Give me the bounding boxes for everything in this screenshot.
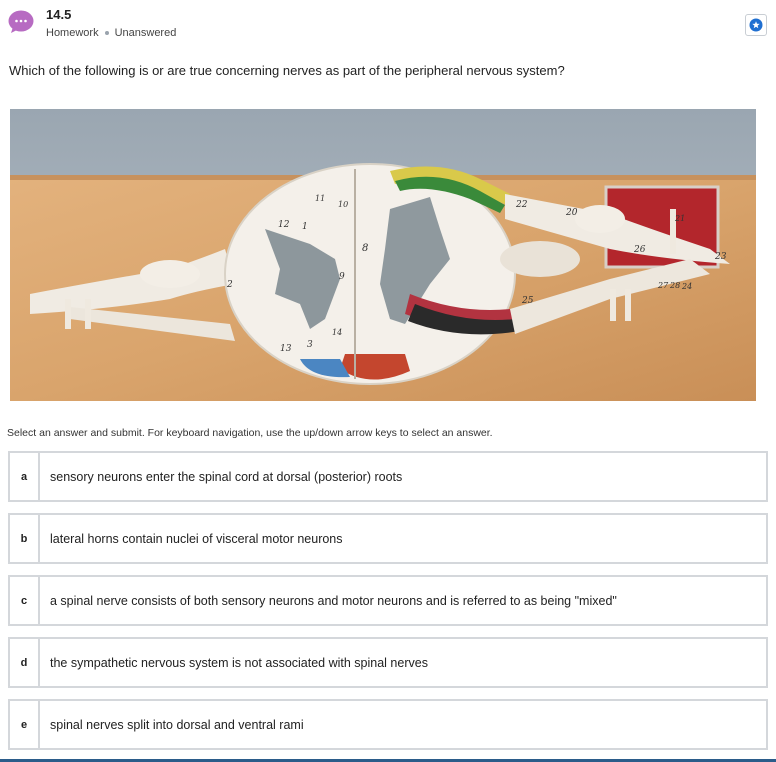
svg-text:22: 22 (515, 200, 528, 210)
question-number: 14.5 (46, 7, 72, 22)
option-letter: a (10, 453, 40, 500)
svg-text:28: 28 (669, 281, 680, 290)
svg-text:25: 25 (521, 296, 534, 306)
chat-bubble-icon (8, 10, 34, 34)
svg-text:10: 10 (338, 200, 348, 209)
option-text: lateral horns contain nuclei of visceral… (50, 531, 343, 546)
spinal-cord-model-image: 12 1 2 3 8 9 10 11 13 14 20 21 22 23 24 … (10, 109, 756, 401)
svg-text:24: 24 (681, 282, 692, 291)
answer-option-d[interactable]: d the sympathetic nervous system is not … (8, 637, 768, 688)
answer-option-e[interactable]: e spinal nerves split into dorsal and ve… (8, 699, 768, 750)
question-status: Unanswered (114, 27, 177, 39)
svg-text:3: 3 (307, 340, 313, 350)
svg-text:26: 26 (633, 245, 646, 255)
question-header: 14.5 Homework Unanswered (0, 0, 776, 50)
svg-text:12: 12 (278, 220, 290, 230)
option-text: spinal nerves split into dorsal and vent… (50, 717, 304, 732)
svg-text:1: 1 (302, 222, 308, 232)
option-text: sensory neurons enter the spinal cord at… (50, 469, 403, 484)
bookmark-button[interactable] (745, 14, 767, 36)
option-text: a spinal nerve consists of both sensory … (50, 593, 617, 608)
svg-text:14: 14 (332, 328, 342, 337)
answer-option-b[interactable]: b lateral horns contain nuclei of viscer… (8, 513, 768, 564)
question-meta: Homework Unanswered (46, 27, 176, 39)
option-letter: c (10, 577, 40, 624)
svg-text:11: 11 (315, 194, 325, 203)
option-letter: b (10, 515, 40, 562)
option-letter: d (10, 639, 40, 686)
svg-text:9: 9 (339, 272, 345, 282)
answer-instructions: Select an answer and submit. For keyboar… (7, 427, 493, 439)
svg-text:8: 8 (362, 243, 368, 254)
svg-text:2: 2 (226, 280, 233, 290)
bookmark-star-icon (749, 18, 763, 32)
option-text: the sympathetic nervous system is not as… (50, 655, 428, 670)
svg-text:20: 20 (565, 208, 578, 218)
separator-dot (104, 31, 109, 35)
question-type: Homework (46, 27, 99, 39)
svg-text:23: 23 (714, 252, 727, 262)
answer-option-c[interactable]: c a spinal nerve consists of both sensor… (8, 575, 768, 626)
svg-text:13: 13 (280, 344, 292, 354)
option-letter: e (10, 701, 40, 748)
answer-option-a[interactable]: a sensory neurons enter the spinal cord … (8, 451, 768, 502)
svg-text:21: 21 (674, 214, 685, 223)
svg-text:27: 27 (657, 281, 669, 290)
question-text: Which of the following is or are true co… (9, 63, 565, 78)
